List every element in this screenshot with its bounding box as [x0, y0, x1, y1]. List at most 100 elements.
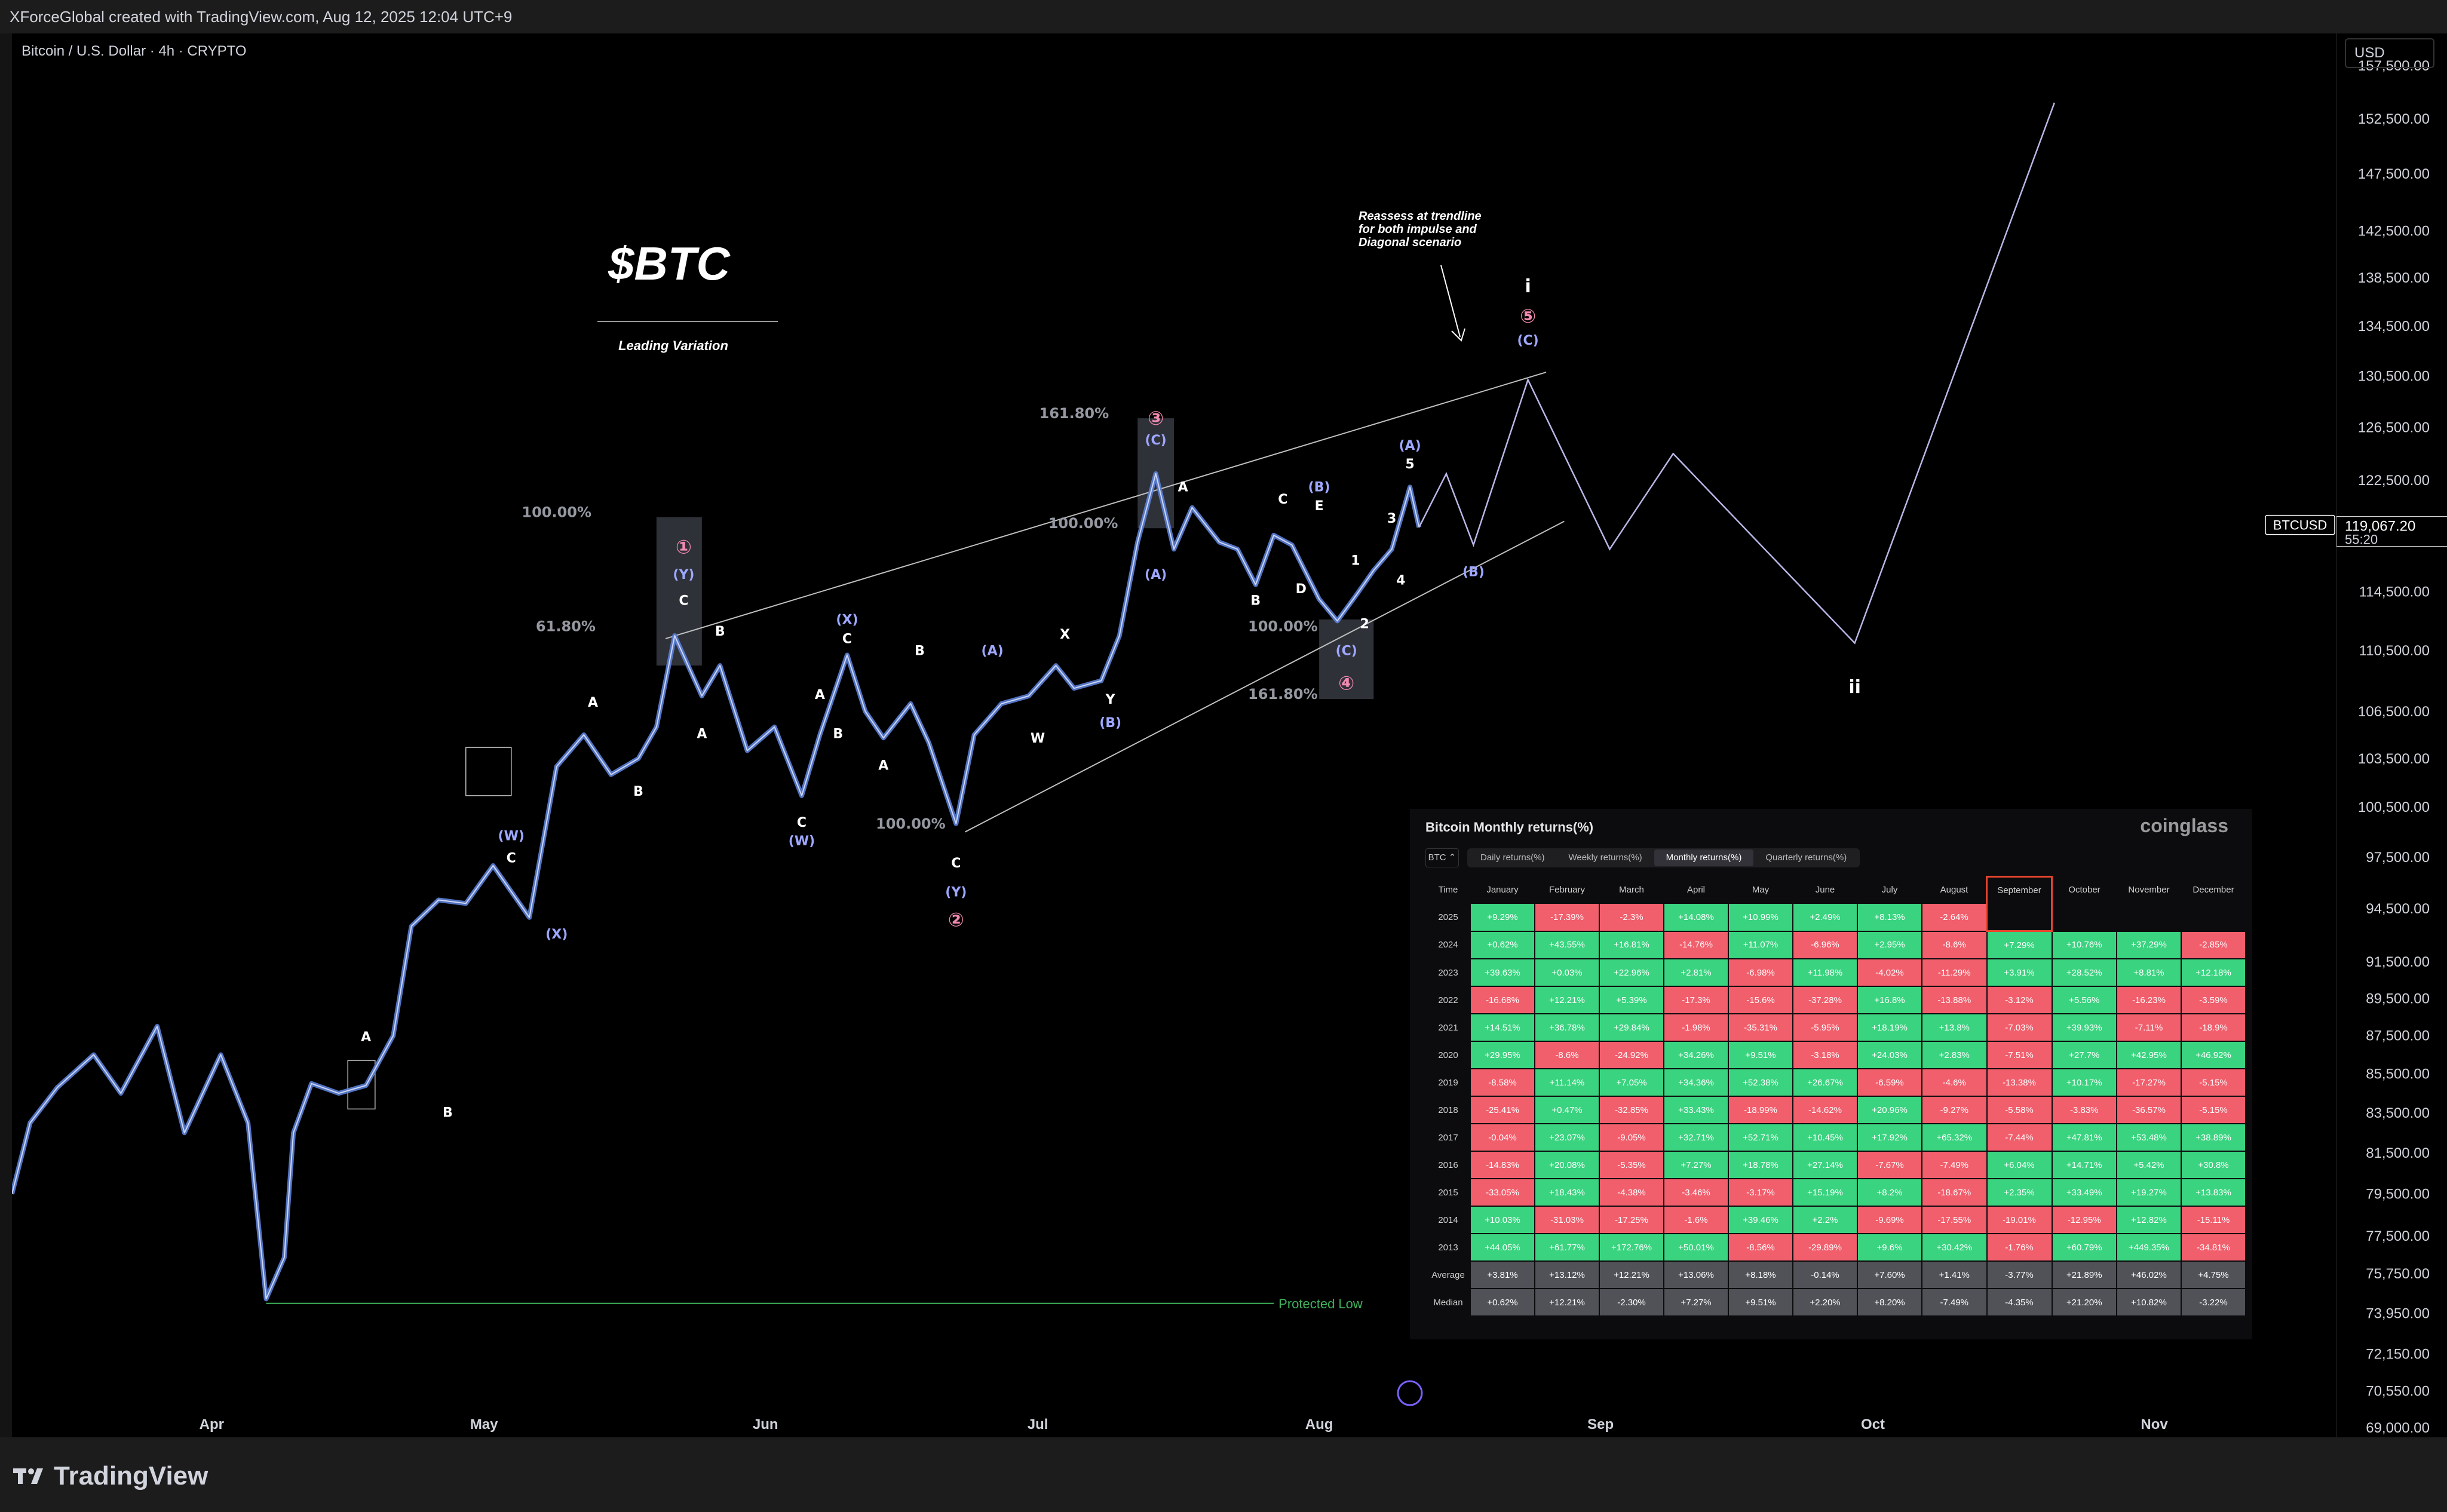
column-header[interactable]: May	[1728, 877, 1793, 904]
currency-selector[interactable]: USD	[2345, 38, 2434, 68]
table-row: 2022-16.68%+12.21%+5.39%-17.3%-15.6%-37.…	[1426, 986, 2246, 1014]
return-cell: +2.95%	[1857, 931, 1922, 959]
wave-label: C	[951, 856, 961, 871]
return-cell: -15.11%	[2181, 1206, 2246, 1234]
wave-label: (Y)	[673, 568, 694, 582]
return-cell: +9.51%	[1728, 1289, 1793, 1316]
return-cell: -37.28%	[1793, 986, 1857, 1014]
table-row: 2018-25.41%+0.47%-32.85%+33.43%-18.99%-1…	[1426, 1096, 2246, 1124]
summary-row: Median+0.62%+12.21%-2.30%+7.27%+9.51%+2.…	[1426, 1289, 2246, 1316]
price-tick-label: 122,500.00	[2358, 473, 2430, 489]
return-cell: +52.71%	[1728, 1124, 1793, 1151]
return-cell: -36.57%	[2117, 1096, 2181, 1124]
return-cell: +12.21%	[1535, 1289, 1599, 1316]
wave-label: A	[588, 695, 598, 710]
wave-label: 61.80%	[536, 618, 596, 635]
return-cell: -0.04%	[1470, 1124, 1535, 1151]
wave-label: 4	[1396, 573, 1405, 588]
return-cell: +12.82%	[2117, 1206, 2181, 1234]
return-cell: +9.29%	[1470, 903, 1535, 931]
time-tick-label: May	[470, 1416, 498, 1433]
wave-label: (B)	[1462, 565, 1485, 579]
last-price-badge: 119,067.2055:20	[2336, 517, 2447, 547]
return-cell: -16.23%	[2117, 986, 2181, 1014]
return-cell: +2.35%	[1987, 1179, 2052, 1206]
return-cell: -15.6%	[1728, 986, 1793, 1014]
return-cell: +1.41%	[1922, 1261, 1987, 1289]
column-header[interactable]: January	[1470, 877, 1535, 904]
return-cell: -3.22%	[2181, 1289, 2246, 1316]
column-header[interactable]: December	[2181, 877, 2246, 904]
return-cell: +2.81%	[1664, 959, 1728, 986]
return-cell: +18.43%	[1535, 1179, 1599, 1206]
return-cell: +33.49%	[2052, 1179, 2117, 1206]
column-header[interactable]: November	[2117, 877, 2181, 904]
price-tick-label: 114,500.00	[2359, 584, 2430, 600]
time-tick-label: Nov	[2141, 1416, 2168, 1433]
table-row: 2015-33.05%+18.43%-4.38%-3.46%-3.17%+15.…	[1426, 1179, 2246, 1206]
price-tick-label: 72,150.00	[2366, 1347, 2430, 1363]
symbol-title[interactable]: Bitcoin / U.S. Dollar · 4h · CRYPTO	[22, 43, 247, 60]
return-cell: -2.64%	[1922, 903, 1987, 931]
return-cell: -14.62%	[1793, 1096, 1857, 1124]
return-cell: -8.56%	[1728, 1234, 1793, 1261]
time-axis[interactable]: AprMayJunJulAugSepOctNov	[12, 1410, 2336, 1437]
return-cell: +2.83%	[1922, 1041, 1987, 1069]
price-tick-label: 75,750.00	[2366, 1266, 2430, 1282]
column-header[interactable]: September	[1987, 877, 2052, 904]
wave-label: 161.80%	[1248, 686, 1318, 703]
tab-quarterly[interactable]: Quarterly returns(%)	[1753, 849, 1859, 866]
return-cell: +19.27%	[2117, 1179, 2181, 1206]
tradingview-logo[interactable]: TradingView	[13, 1461, 208, 1491]
return-cell: +14.51%	[1470, 1014, 1535, 1041]
return-cell: +46.02%	[2117, 1261, 2181, 1289]
time-tick-label: Jun	[753, 1416, 778, 1433]
return-cell: -7.44%	[1987, 1124, 2052, 1151]
return-cell: -17.25%	[1599, 1206, 1664, 1234]
price-tick-label: 110,500.00	[2359, 643, 2430, 659]
return-cell: -7.49%	[1922, 1151, 1987, 1179]
column-header[interactable]: April	[1664, 877, 1728, 904]
tab-monthly[interactable]: Monthly returns(%)	[1654, 849, 1754, 866]
return-cell: +8.18%	[1728, 1261, 1793, 1289]
return-cell: -1.98%	[1664, 1014, 1728, 1041]
return-cell: +2.49%	[1793, 903, 1857, 931]
return-cell: +7.29%	[1987, 931, 2052, 959]
return-cell: -9.27%	[1922, 1096, 1987, 1124]
coin-select[interactable]: BTC ⌃	[1425, 848, 1459, 867]
return-cell: +60.79%	[2052, 1234, 2117, 1261]
table-row: 2025+9.29%-17.39%-2.3%+14.08%+10.99%+2.4…	[1426, 903, 2246, 931]
return-cell: -5.35%	[1599, 1151, 1664, 1179]
column-header[interactable]: March	[1599, 877, 1664, 904]
return-cell: +27.7%	[2052, 1041, 2117, 1069]
row-label: 2020	[1426, 1041, 1470, 1069]
row-label: 2016	[1426, 1151, 1470, 1179]
return-cell: +46.92%	[2181, 1041, 2246, 1069]
return-cell: -2.3%	[1599, 903, 1664, 931]
column-header[interactable]: October	[2052, 877, 2117, 904]
wave-label: 5	[1405, 457, 1414, 472]
column-header[interactable]: June	[1793, 877, 1857, 904]
wave-label: C	[679, 594, 688, 609]
tradingview-wordmark: TradingView	[54, 1461, 208, 1491]
wave-label: ③	[1148, 407, 1164, 430]
tab-daily[interactable]: Daily returns(%)	[1468, 849, 1557, 866]
return-cell: -5.15%	[2181, 1096, 2246, 1124]
column-header[interactable]: July	[1857, 877, 1922, 904]
bar-countdown: 55:20	[2345, 532, 2378, 547]
return-cell: -13.38%	[1987, 1069, 2052, 1096]
column-header[interactable]: Time	[1426, 877, 1470, 904]
column-header[interactable]: August	[1922, 877, 1987, 904]
tab-weekly[interactable]: Weekly returns(%)	[1557, 849, 1654, 866]
wave-label: A	[878, 759, 888, 774]
summary-row: Average+3.81%+13.12%+12.21%+13.06%+8.18%…	[1426, 1261, 2246, 1289]
monthly-returns-panel: Bitcoin Monthly returns(%) coinglass BTC…	[1410, 809, 2252, 1339]
price-axis[interactable]: USD 157,500.00152,500.00147,500.00142,50…	[2336, 33, 2447, 1437]
return-cell: -7.11%	[2117, 1014, 2181, 1041]
wave-label: 100.00%	[1248, 618, 1318, 635]
column-header[interactable]: February	[1535, 877, 1599, 904]
return-cell: +10.76%	[2052, 931, 2117, 959]
chart-area[interactable]: Protected Low100.00%61.80%161.80%100.00%…	[12, 33, 2336, 1437]
return-cell: +23.07%	[1535, 1124, 1599, 1151]
return-cell: +44.05%	[1470, 1234, 1535, 1261]
